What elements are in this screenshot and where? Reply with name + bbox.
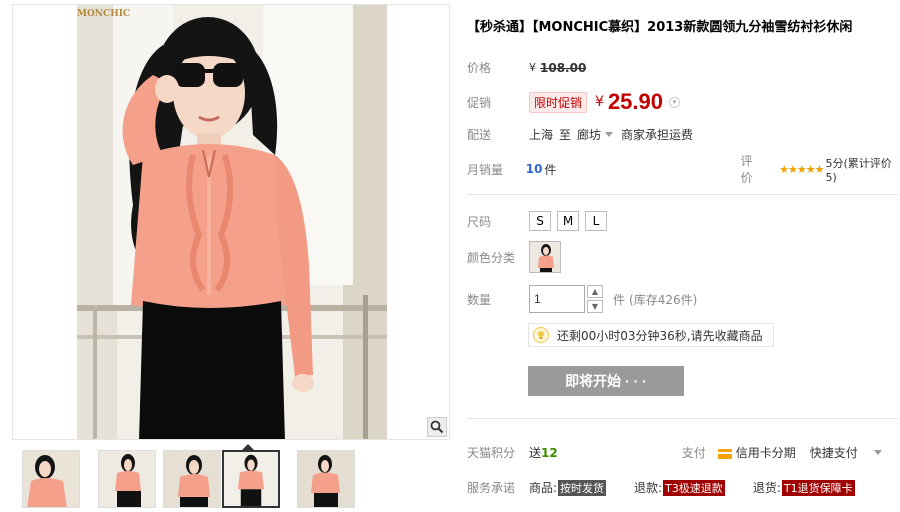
monthly-sales-value: 10 xyxy=(525,162,543,176)
credit-card-icon xyxy=(717,448,732,459)
price-row: 价格 ¥ 108.00 xyxy=(467,59,586,76)
zoom-button[interactable] xyxy=(427,417,447,437)
buy-button[interactable]: 即将开始 · · · xyxy=(528,366,684,396)
promo-currency-symbol: ¥ xyxy=(595,94,604,110)
shipping-row: 配送 上海 至 廊坊 商家承担运费 xyxy=(467,126,693,143)
quick-pay[interactable]: 快捷支付 xyxy=(810,444,858,461)
thumbnail-image xyxy=(23,451,79,507)
service-tag-return-guarantee[interactable]: T1退货保障卡 xyxy=(781,479,855,496)
original-price: 108.00 xyxy=(540,60,587,75)
quantity-unit: 件 xyxy=(613,292,626,307)
thumbnail-image xyxy=(298,451,354,507)
product-photo xyxy=(13,5,449,439)
increase-quantity-button[interactable]: ▲ xyxy=(587,285,603,298)
color-label: 颜色分类 xyxy=(467,250,516,265)
promo-label: 促销 xyxy=(467,95,492,110)
main-product-image[interactable]: MONCHIC xyxy=(12,4,450,440)
service-1-prefix: 商品: xyxy=(529,481,558,495)
thumbnail-image xyxy=(224,452,278,506)
countdown-text: 还剩00小时03分钟36秒,请先收藏商品 xyxy=(557,328,763,343)
magnifier-icon xyxy=(430,420,444,434)
color-row: 颜色分类 xyxy=(467,241,561,273)
countdown-notice: 还剩00小时03分钟36秒,请先收藏商品 xyxy=(528,323,774,347)
rating-stars: ★★★★★ xyxy=(779,162,824,176)
promo-price: 25.90 xyxy=(607,89,663,114)
credit-card-installment[interactable]: 信用卡分期 xyxy=(717,444,796,461)
quantity-stepper: ▲ ▼ xyxy=(587,285,603,313)
service-tag-fast-refund[interactable]: T3极速退款 xyxy=(663,479,725,496)
points-label: 天猫积分 xyxy=(467,446,516,460)
product-title: 【秒杀通】【MONCHIC慕织】2013新款圆领九分袖雪纺衬衫休闲 xyxy=(467,20,853,35)
promo-badge: 限时促销 xyxy=(529,91,588,113)
payment-label: 支付 xyxy=(681,446,706,460)
chevron-down-icon[interactable]: ▾ xyxy=(669,96,680,108)
brand-watermark: MONCHIC xyxy=(77,9,131,19)
section-divider xyxy=(467,194,899,195)
lightbulb-icon xyxy=(533,327,549,343)
ship-from: 上海 xyxy=(529,128,554,142)
thumbnail-image xyxy=(99,451,155,507)
thumbnail-2[interactable] xyxy=(98,450,156,508)
rating-summary-link[interactable]: 5分(累计评价5) xyxy=(826,155,900,184)
payment-dropdown-icon[interactable] xyxy=(873,450,882,455)
promo-row: 促销 限时促销 ¥ 25.90 ▾ xyxy=(467,89,680,115)
thumbnail-5[interactable] xyxy=(297,450,355,508)
color-swatch-image xyxy=(530,242,560,272)
service-tag-ontime-delivery[interactable]: 按时发货 xyxy=(558,479,607,496)
section-divider xyxy=(467,418,899,419)
ship-to-word: 至 xyxy=(559,128,572,142)
points-payment-row: 天猫积分 送 12 支付 信用卡分期 快捷支付 xyxy=(467,444,899,461)
quantity-label: 数量 xyxy=(467,292,492,307)
thumbnail-3[interactable] xyxy=(163,450,221,508)
decrease-quantity-button[interactable]: ▼ xyxy=(587,300,603,313)
size-label: 尺码 xyxy=(467,214,492,229)
sales-row: 月销量 10 件 评价 ★★★★★ 5分(累计评价5) xyxy=(467,152,899,186)
dropdown-arrow-icon[interactable] xyxy=(605,132,614,137)
thumbnail-strip xyxy=(12,440,450,512)
shipping-label: 配送 xyxy=(467,128,492,142)
points-prefix: 送 xyxy=(529,446,542,460)
thumbnail-image xyxy=(164,451,220,507)
points-value: 12 xyxy=(541,445,558,460)
rating-label: 评价 xyxy=(740,154,753,185)
currency-symbol: ¥ xyxy=(529,61,536,74)
price-label: 价格 xyxy=(467,61,492,75)
color-option-pink[interactable] xyxy=(529,241,561,273)
size-row: 尺码 S M L xyxy=(467,211,613,231)
shipping-fee: 商家承担运费 xyxy=(621,128,694,142)
quantity-row: 数量 ▲ ▼ 件 (库存426件) xyxy=(467,285,697,313)
size-option-m[interactable]: M xyxy=(557,211,579,231)
thumbnail-1[interactable] xyxy=(22,450,80,508)
quantity-input[interactable] xyxy=(529,285,585,313)
thumbnail-4[interactable] xyxy=(222,450,280,508)
size-option-s[interactable]: S xyxy=(529,211,551,231)
service-label: 服务承诺 xyxy=(467,481,516,495)
ship-to-selector[interactable]: 廊坊 xyxy=(577,126,601,143)
service-row: 服务承诺 商品: 按时发货 退款: T3极速退款 退货: T1退货保障卡 xyxy=(467,479,899,496)
service-2-prefix: 退款: xyxy=(634,481,663,495)
stock-info: (库存426件) xyxy=(629,292,698,307)
monthly-sales-unit: 件 xyxy=(544,162,557,177)
service-3-prefix: 退货: xyxy=(752,481,781,495)
size-option-l[interactable]: L xyxy=(585,211,607,231)
monthly-sales-label: 月销量 xyxy=(467,162,504,177)
